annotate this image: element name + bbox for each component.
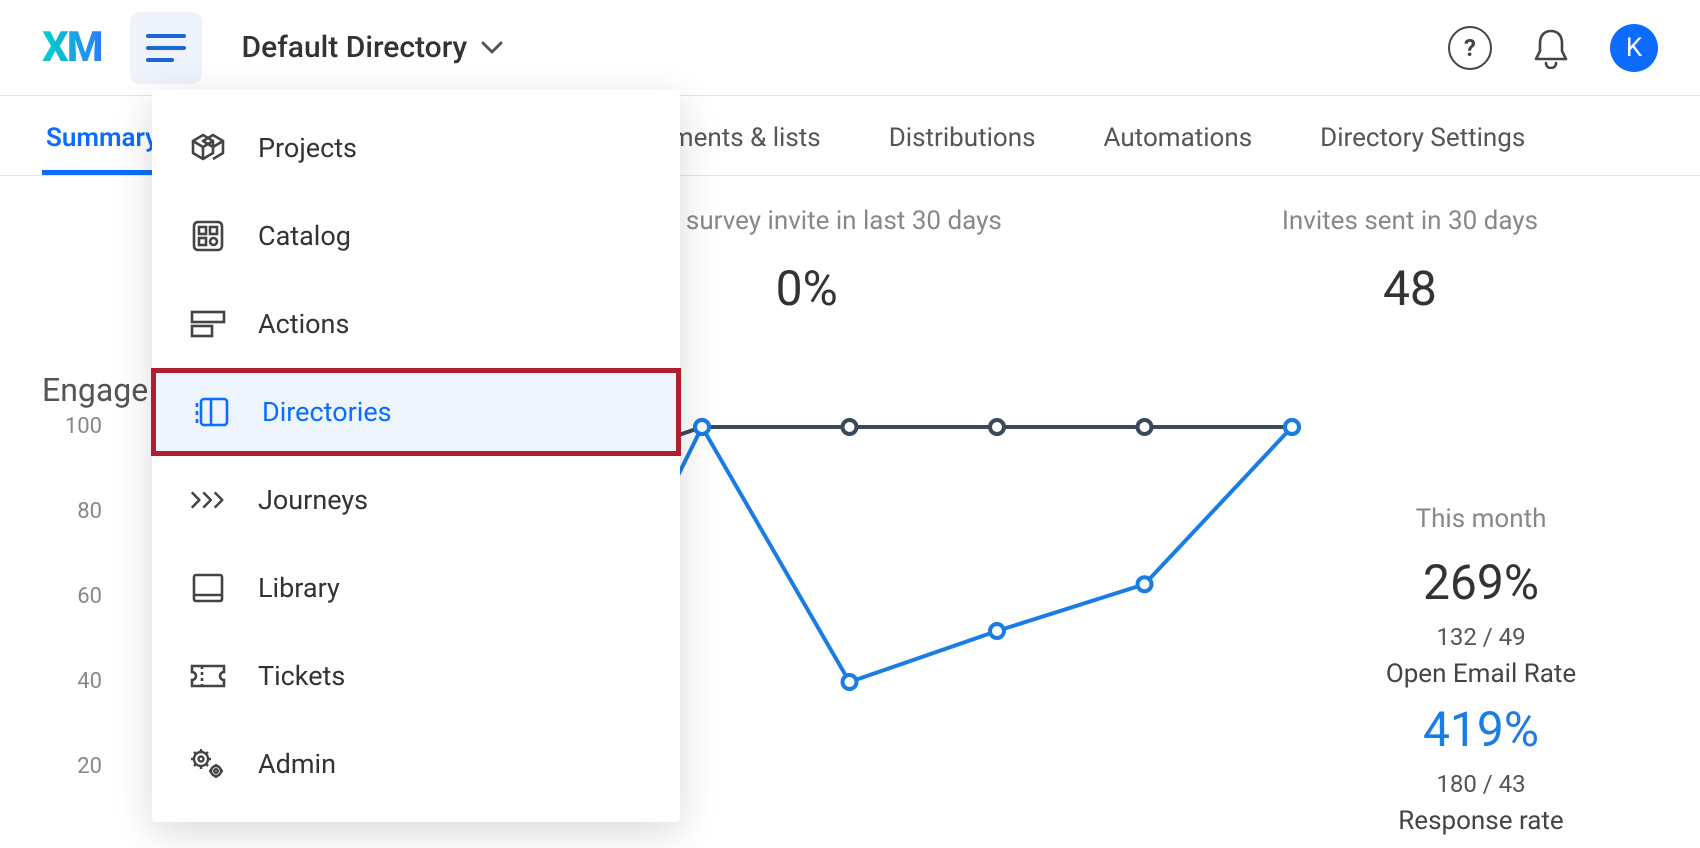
user-avatar[interactable]: K (1610, 24, 1658, 72)
nav-item-directories[interactable]: Directories (151, 368, 681, 456)
xm-logo: XM (42, 23, 102, 72)
chart-point (695, 420, 709, 434)
nav-item-library[interactable]: Library (152, 544, 680, 632)
chart-point (1285, 420, 1299, 434)
journeys-icon (188, 486, 228, 514)
chart-point (990, 624, 1004, 638)
main-nav-dropdown: Projects Catalog Actions Directories Jou… (152, 90, 680, 822)
chart-point (1138, 577, 1152, 591)
tab-distributions[interactable]: Distributions (885, 101, 1040, 175)
avatar-initial: K (1626, 33, 1642, 63)
nav-item-journeys[interactable]: Journeys (152, 456, 680, 544)
nav-label: Admin (258, 748, 336, 780)
nav-label: Directories (262, 396, 392, 428)
nav-label: Actions (258, 308, 349, 340)
nav-label: Projects (258, 132, 357, 164)
nav-item-projects[interactable]: Projects (152, 104, 680, 192)
stat-sent-value: 48 (1282, 260, 1538, 317)
side-period: This month (1316, 504, 1646, 534)
open-email-rate-frac: 132 / 49 (1316, 623, 1646, 651)
tab-automations[interactable]: Automations (1100, 101, 1257, 175)
chart-point (1138, 420, 1152, 434)
stat-sent: Invites sent in 30 days 48 (1282, 206, 1538, 317)
chart-point (990, 420, 1004, 434)
chevron-down-icon (481, 41, 503, 55)
nav-item-catalog[interactable]: Catalog (152, 192, 680, 280)
tickets-icon (188, 662, 228, 690)
nav-label: Tickets (258, 660, 345, 692)
question-icon: ? (1464, 34, 1476, 62)
chart-point (843, 420, 857, 434)
stat-sent-label: Invites sent in 30 days (1282, 206, 1538, 236)
response-rate-value: 419% (1316, 701, 1646, 758)
hamburger-icon (146, 33, 186, 63)
tab-directory-settings[interactable]: Directory Settings (1316, 101, 1529, 175)
nav-label: Catalog (258, 220, 351, 252)
library-icon (188, 571, 228, 605)
side-stats: This month 269% 132 / 49 Open Email Rate… (1316, 504, 1646, 848)
nav-item-admin[interactable]: Admin (152, 720, 680, 808)
header-right: ? K (1448, 24, 1658, 72)
directory-title-dropdown[interactable]: Default Directory (242, 30, 504, 65)
tab-summary[interactable]: Summary (42, 101, 162, 175)
hamburger-menu-button[interactable] (130, 12, 202, 84)
y-axis: 100 80 60 40 20 (42, 427, 102, 767)
actions-icon (188, 308, 228, 340)
nav-label: Journeys (258, 484, 368, 516)
open-email-rate-label: Open Email Rate (1316, 659, 1646, 689)
directory-title: Default Directory (242, 30, 468, 65)
catalog-icon (188, 218, 228, 254)
help-button[interactable]: ? (1448, 26, 1492, 70)
projects-icon (188, 131, 228, 165)
notification-bell-icon[interactable] (1532, 27, 1570, 69)
chart-point (843, 675, 857, 689)
response-rate-frac: 180 / 43 (1316, 770, 1646, 798)
header-bar: XM Default Directory ? K (0, 0, 1700, 96)
nav-item-tickets[interactable]: Tickets (152, 632, 680, 720)
admin-icon (188, 747, 228, 781)
nav-label: Library (258, 572, 340, 604)
open-email-rate-value: 269% (1316, 554, 1646, 611)
response-rate-label: Response rate (1316, 806, 1646, 836)
nav-item-actions[interactable]: Actions (152, 280, 680, 368)
directories-icon (192, 395, 232, 429)
